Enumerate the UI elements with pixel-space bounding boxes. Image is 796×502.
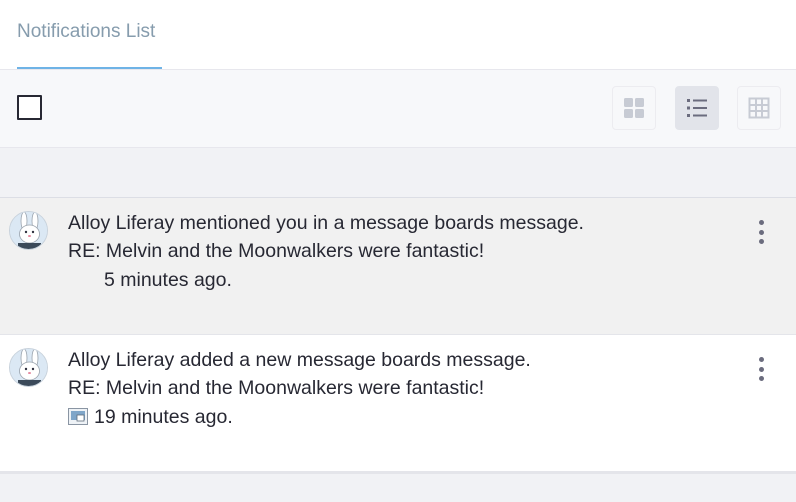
tab-bar: Notifications List (0, 0, 796, 70)
notification-item[interactable]: Alloy Liferay mentioned you in a message… (0, 198, 796, 335)
user-avatar (9, 348, 48, 387)
notification-subject: RE: Melvin and the Moonwalkers were fant… (68, 240, 485, 262)
cards-icon (624, 98, 644, 118)
item-actions-button[interactable] (752, 218, 770, 246)
notification-time: 19 minutes ago. (94, 406, 233, 428)
notification-title: Alloy Liferay mentioned you in a message… (68, 212, 584, 234)
notification-time: 5 minutes ago. (104, 269, 232, 291)
item-actions-button[interactable] (752, 355, 770, 383)
notifications-list: Alloy Liferay mentioned you in a message… (0, 198, 796, 472)
view-table-button[interactable] (737, 86, 781, 130)
rabbit-avatar-icon (10, 349, 47, 386)
notification-item[interactable]: Alloy Liferay added a new message boards… (0, 335, 796, 472)
user-avatar (9, 211, 48, 250)
list-footer (0, 472, 796, 502)
active-tab-indicator (17, 67, 162, 69)
notification-title: Alloy Liferay added a new message boards… (68, 349, 531, 371)
view-list-button[interactable] (675, 86, 719, 130)
view-cards-button[interactable] (612, 86, 656, 130)
kebab-dot (758, 357, 764, 362)
notification-subject: RE: Melvin and the Moonwalkers were fant… (68, 377, 485, 399)
select-all-checkbox[interactable] (17, 95, 42, 120)
kebab-dot (758, 229, 764, 235)
kebab-dot (758, 239, 764, 244)
list-header-spacer (0, 148, 796, 198)
tab-notifications-list[interactable]: Notifications List (17, 0, 155, 70)
message-boards-icon (68, 408, 88, 425)
table-icon (748, 97, 770, 119)
list-icon (687, 99, 707, 117)
kebab-dot (758, 220, 764, 225)
kebab-dot (758, 366, 764, 372)
rabbit-avatar-icon (10, 212, 47, 249)
management-toolbar (0, 70, 796, 148)
kebab-dot (758, 376, 764, 381)
